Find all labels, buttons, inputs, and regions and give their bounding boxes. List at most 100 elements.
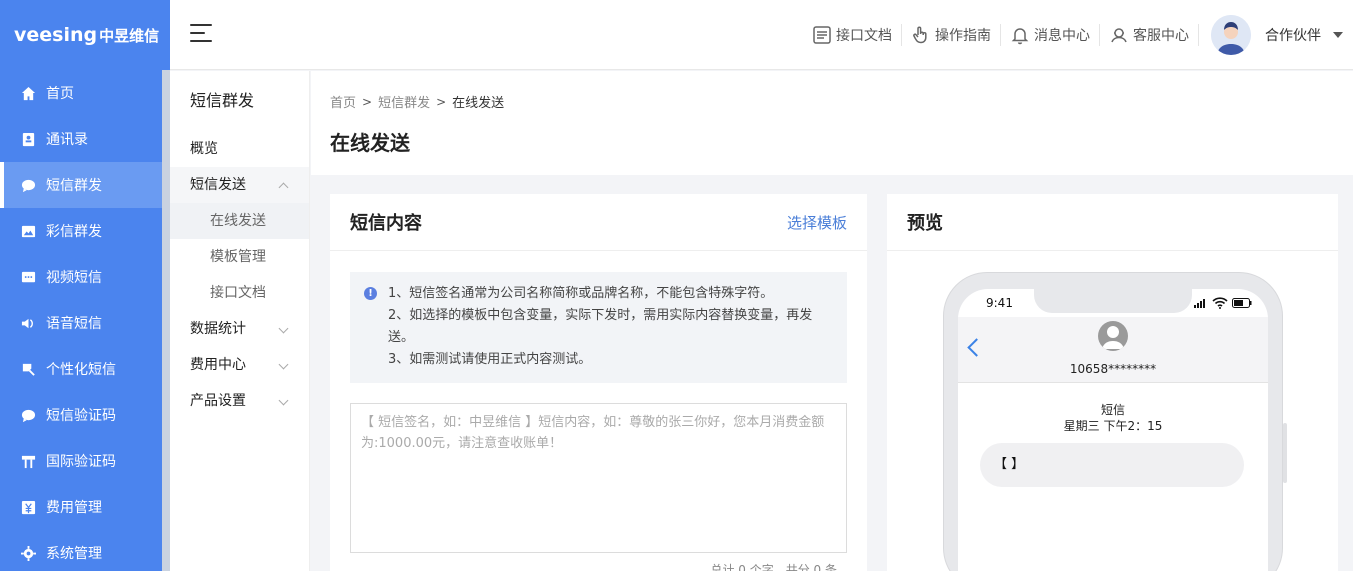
sidebar-item-1[interactable]: 通讯录	[0, 116, 162, 162]
page-header: 首页 > 短信群发 > 在线发送 在线发送	[311, 71, 1353, 175]
submenu-child-template-manage[interactable]: 模板管理	[170, 239, 309, 275]
contact-number: 10658********	[1069, 362, 1157, 376]
submenu-item-product-settings[interactable]: 产品设置	[170, 383, 309, 419]
billing-icon	[20, 499, 36, 515]
sidebar-item-label: 短信群发	[46, 178, 102, 194]
select-template-link[interactable]: 选择模板	[787, 212, 847, 233]
sms-code-icon	[20, 407, 36, 423]
sidebar-item-3[interactable]: 彩信群发	[0, 208, 162, 254]
sidebar-scrollbar[interactable]	[162, 70, 170, 571]
header-link-label: 接口文档	[836, 28, 892, 44]
sms-content-card: 短信内容 选择模板 ! 1、短信签名通常为公司名称简称或品牌名称，不能包含特殊字…	[330, 194, 867, 571]
page-title: 在线发送	[330, 131, 410, 155]
settings-icon	[20, 545, 36, 561]
sidebar-item-label: 个性化短信	[46, 362, 116, 378]
signal-icon	[1194, 299, 1205, 308]
header-link-label: 消息中心	[1034, 28, 1090, 44]
phone-mockup: 9:41 10658******** 短信 星期三 下午2：15 【 】	[943, 272, 1287, 571]
wifi-icon	[1212, 297, 1228, 309]
secondary-menu: 短信群发 概览 短信发送 在线发送 模板管理 接口文档 数据统计 费用中心 产品…	[170, 71, 310, 571]
phone-nav-bar: 10658********	[958, 317, 1268, 383]
brand-logo[interactable]: veesing 中昱维信	[0, 0, 170, 70]
phone-notch	[1034, 289, 1192, 313]
submenu-title: 短信群发	[190, 91, 255, 110]
sidebar-item-0[interactable]: 首页	[0, 70, 162, 116]
breadcrumb-section[interactable]: 短信群发	[378, 92, 430, 111]
message-time: 星期三 下午2：15	[1063, 419, 1163, 433]
sidebar-item-4[interactable]: 视频短信	[0, 254, 162, 300]
sidebar-item-7[interactable]: 短信验证码	[0, 392, 162, 438]
api-doc-icon	[813, 26, 831, 44]
submenu-item-data-stats[interactable]: 数据统计	[170, 311, 309, 347]
submenu-child-api-doc[interactable]: 接口文档	[170, 275, 309, 311]
header-link-label: 操作指南	[935, 28, 991, 44]
home-icon	[20, 85, 36, 101]
chevron-down-icon	[278, 323, 289, 334]
submenu-item-label: 费用中心	[190, 357, 246, 373]
header-link-support[interactable]: 客服中心	[1100, 24, 1199, 46]
chevron-right-icon: >	[436, 94, 447, 109]
sidebar-item-2[interactable]: 短信群发	[0, 162, 162, 208]
submenu-item-label: 短信发送	[190, 177, 246, 193]
sidebar-item-label: 语音短信	[46, 316, 102, 332]
back-arrow-icon[interactable]	[967, 338, 986, 357]
sidebar-item-label: 国际验证码	[46, 454, 116, 470]
header-link-api-doc[interactable]: 接口文档	[803, 24, 902, 46]
submenu-item-billing[interactable]: 费用中心	[170, 347, 309, 383]
sms-content-textarea[interactable]: 【 短信签名，如：中昱维信 】短信内容，如：尊敬的张三你好，您本月消费金额为:1…	[350, 403, 847, 553]
sidebar-item-5[interactable]: 语音短信	[0, 300, 162, 346]
breadcrumb-home[interactable]: 首页	[330, 92, 356, 111]
mms-icon	[20, 223, 36, 239]
header-link-messages[interactable]: 消息中心	[1001, 24, 1100, 46]
notice-line: 3、如需测试请使用正式内容测试。	[388, 352, 592, 367]
sidebar-item-label: 短信验证码	[46, 408, 116, 424]
hand-pointer-icon	[913, 26, 927, 44]
sidebar-item-8[interactable]: 国际验证码	[0, 438, 162, 484]
intl-code-icon	[20, 453, 36, 469]
avatar[interactable]	[1211, 15, 1251, 55]
notice-line: 2、如选择的模板中包含变量，实际下发时，需用实际内容替换变量，再发送。	[388, 308, 813, 345]
card-title: 短信内容	[350, 213, 422, 234]
personalized-sms-icon	[20, 361, 36, 377]
sms-icon	[20, 177, 36, 193]
support-icon	[1111, 28, 1127, 43]
submenu-item-overview[interactable]: 概览	[170, 131, 309, 167]
phone-side-button	[1283, 423, 1287, 483]
video-sms-icon	[20, 269, 36, 285]
submenu-item-sms-send[interactable]: 短信发送	[170, 167, 309, 203]
username[interactable]: 合作伙伴	[1265, 25, 1321, 45]
logo-cn: 中昱维信	[99, 26, 160, 45]
top-header: 接口文档 操作指南 消息中心 客服中心 合作伙伴	[170, 0, 1353, 70]
breadcrumb-current: 在线发送	[452, 96, 505, 111]
message-type: 短信	[1100, 403, 1125, 417]
notice-box: ! 1、短信签名通常为公司名称简称或品牌名称，不能包含特殊字符。 2、如选择的模…	[350, 272, 847, 383]
sidebar-item-label: 彩信群发	[46, 224, 102, 240]
card-title: 预览	[907, 213, 943, 234]
header-link-guide[interactable]: 操作指南	[902, 24, 1001, 46]
message-bubble: 【 】	[980, 443, 1244, 487]
sidebar-item-6[interactable]: 个性化短信	[0, 346, 162, 392]
char-counter: 总计 0 个字，共分 0 条	[710, 563, 837, 571]
chevron-up-icon	[278, 182, 289, 193]
chevron-down-icon[interactable]	[1333, 32, 1343, 38]
preview-card: 预览 9:41 10658******** 短信 星期三 下午2：15 【 】	[887, 194, 1338, 571]
chevron-down-icon	[278, 359, 289, 370]
main-sidebar: veesing 中昱维信 首页通讯录短信群发彩信群发视频短信语音短信个性化短信短…	[0, 0, 170, 571]
bell-icon	[1011, 28, 1029, 45]
chevron-right-icon: >	[362, 94, 373, 109]
sidebar-item-label: 首页	[46, 86, 74, 102]
chevron-down-icon	[278, 395, 289, 406]
menu-toggle-icon[interactable]	[190, 24, 212, 44]
sidebar-item-10[interactable]: 系统管理	[0, 530, 162, 571]
sidebar-item-label: 通讯录	[46, 132, 88, 148]
info-icon: !	[364, 287, 377, 300]
sidebar-item-label: 费用管理	[46, 500, 102, 516]
notice-line: 1、短信签名通常为公司名称简称或品牌名称，不能包含特殊字符。	[388, 286, 774, 301]
logo-latin: veesing	[14, 24, 98, 46]
phone-status-time: 9:41	[986, 296, 1013, 310]
submenu-child-online-send[interactable]: 在线发送	[170, 203, 309, 239]
breadcrumb: 首页 > 短信群发 > 在线发送	[330, 92, 505, 112]
contacts-icon	[20, 131, 36, 147]
sidebar-item-9[interactable]: 费用管理	[0, 484, 162, 530]
voice-sms-icon	[20, 315, 36, 331]
